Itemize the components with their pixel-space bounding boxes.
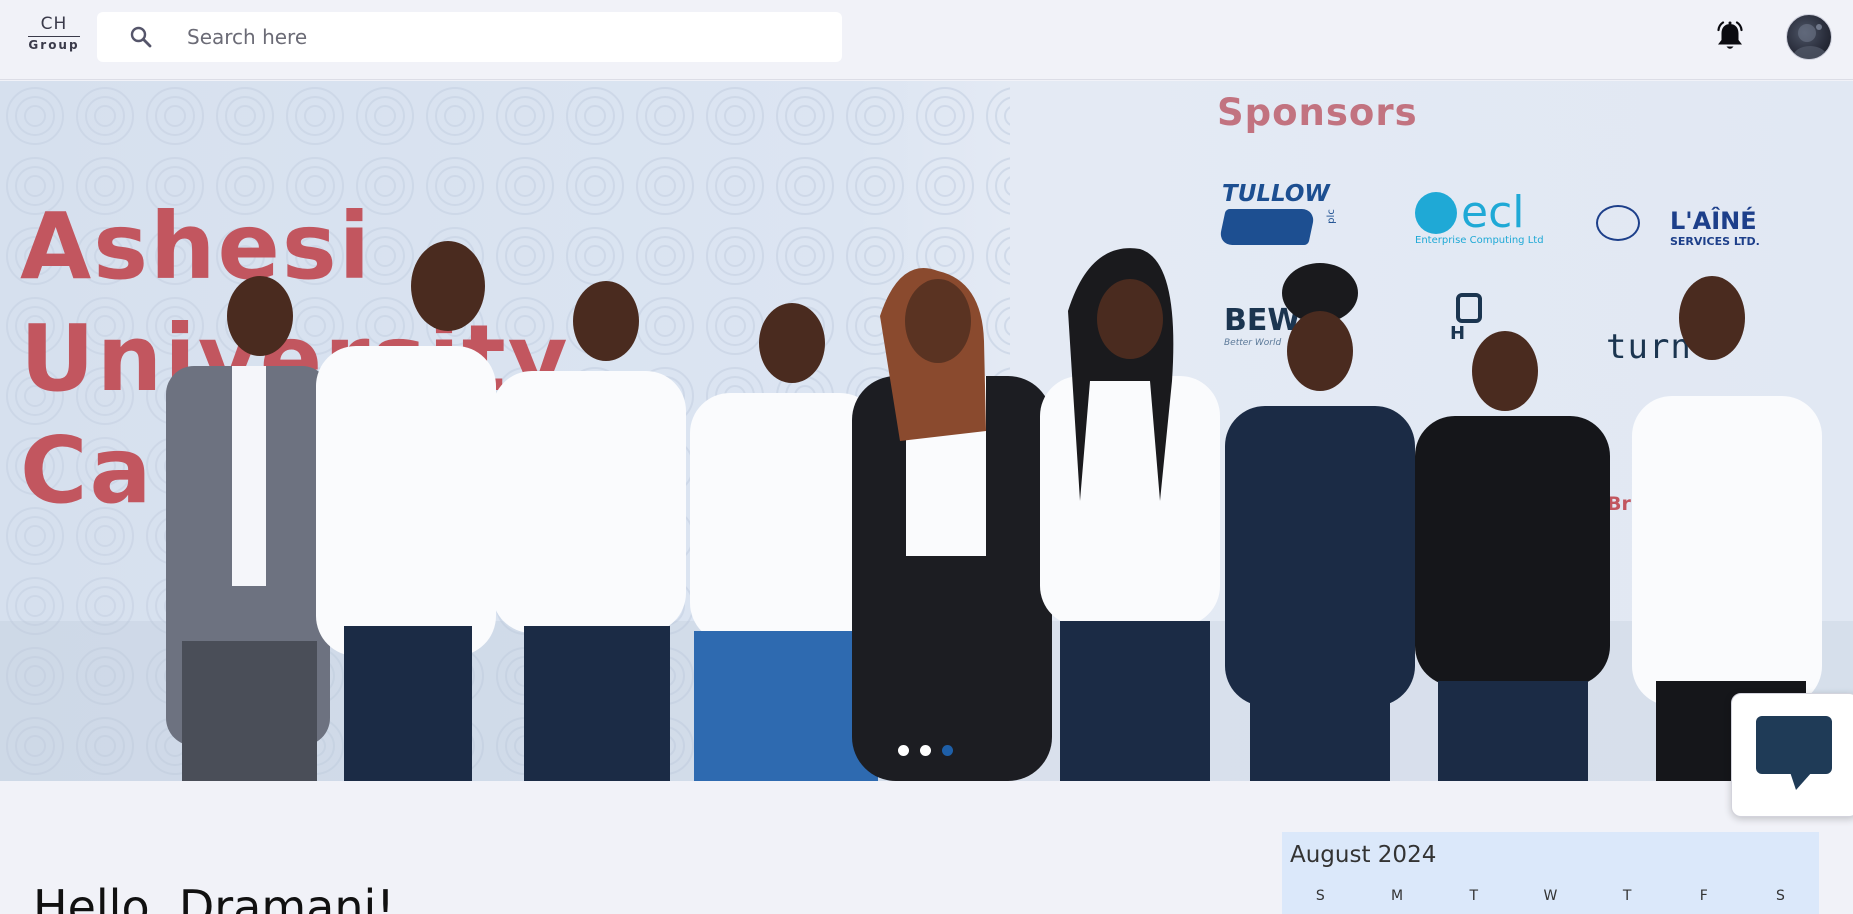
carousel-dot-1[interactable] [898,745,909,756]
person-5 [852,268,1052,781]
calendar-weekday-row: S M T W T F S [1282,888,1819,904]
avatar-image [1793,24,1827,59]
person-8 [1415,331,1610,781]
person-1 [166,276,330,781]
search-icon[interactable] [129,25,153,49]
person-4 [690,303,880,781]
weekday-sun: S [1315,888,1325,904]
weekday-wed: W [1543,888,1558,904]
weekday-mon: M [1390,888,1404,904]
logo-text-top: CH [40,14,68,34]
greeting-heading: Hello, Dramani! [33,880,395,914]
calendar-widget: August 2024 S M T W T F S [1282,832,1819,914]
weekday-thu: T [1622,888,1632,904]
person-3 [492,281,686,781]
group-photo-image [166,241,1822,781]
carousel-dot-2[interactable] [920,745,931,756]
carousel-dot-3-active[interactable] [942,745,953,756]
search-input[interactable] [187,12,807,62]
weekday-tue: T [1469,888,1478,904]
ch-group-logo[interactable]: CH Group [24,14,84,58]
hero-banner: Ashesi University Ca Sponsors TULLOW plc… [0,81,1853,781]
weekday-fri: F [1699,888,1708,904]
search-bar [97,12,842,62]
logo-text-bottom: Group [28,36,80,52]
calendar-month-label: August 2024 [1290,842,1437,868]
user-avatar[interactable] [1786,14,1832,60]
bell-icon[interactable] [1715,21,1745,53]
weekday-sat: S [1776,888,1785,904]
chat-bubble-icon [1756,716,1832,790]
person-7 [1225,263,1415,781]
chat-widget[interactable] [1731,693,1853,817]
top-bar: CH Group [0,0,1853,80]
person-6 [1040,248,1220,781]
person-2 [316,241,496,781]
